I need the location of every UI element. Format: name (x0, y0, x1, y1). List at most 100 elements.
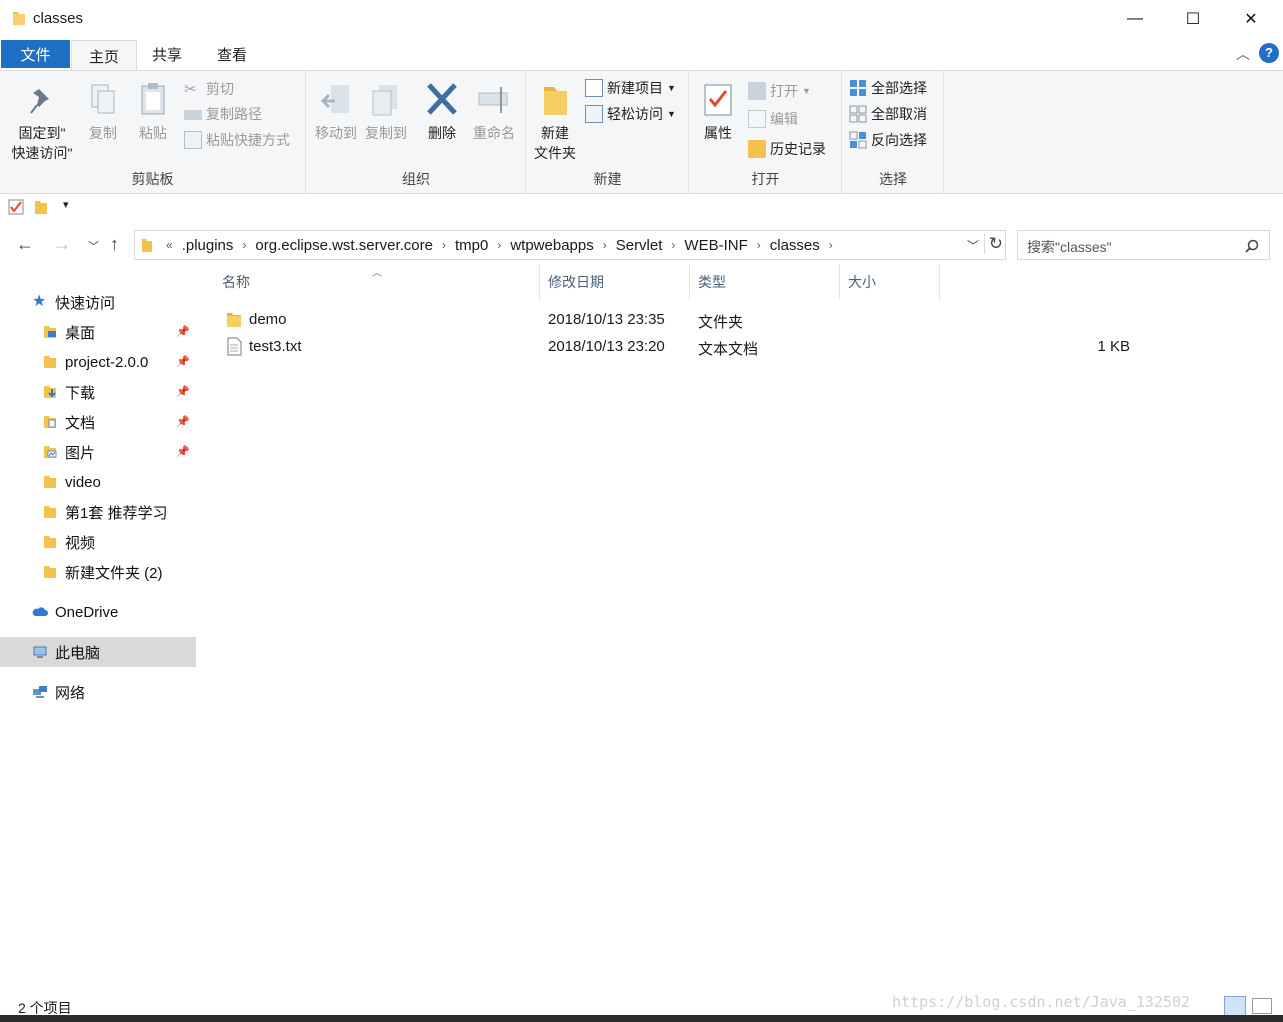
minimize-button[interactable]: — (1106, 0, 1164, 38)
nav-item-recommended[interactable]: 第1套 推荐学习 (0, 497, 196, 527)
column-header-name[interactable]: 名称 (214, 264, 540, 300)
nav-item-video[interactable]: video (0, 467, 196, 497)
new-folder-qat-icon[interactable] (34, 199, 48, 215)
customize-qat-icon[interactable]: ▾ (63, 198, 69, 211)
open-button[interactable]: 打开 ▼ (748, 79, 811, 103)
invert-selection-button[interactable]: 反向选择 (849, 128, 927, 152)
delete-button[interactable]: 删除 (419, 81, 465, 143)
pin-icon[interactable]: 📌 (176, 385, 190, 398)
address-bar[interactable]: « .plugins › org.eclipse.wst.server.core ›… (134, 230, 1006, 260)
pin-icon[interactable]: 📌 (176, 355, 190, 368)
breadcrumb-separator-icon[interactable]: › (439, 238, 449, 252)
large-icons-view-icon[interactable] (1252, 998, 1272, 1014)
recent-locations-chevron-icon[interactable]: ﹀ (88, 238, 99, 254)
nav-item-desktop[interactable]: 桌面 📌 (0, 317, 196, 347)
easy-access-button[interactable]: 轻松访问 ▼ (585, 102, 676, 126)
pin-icon[interactable]: 📌 (176, 445, 190, 458)
nav-item-this-pc[interactable]: 此电脑 (0, 637, 196, 667)
breadcrumb-separator-icon[interactable]: › (754, 238, 764, 252)
new-folder-button[interactable]: 新建 文件夹 (531, 81, 579, 163)
help-icon[interactable]: ? (1259, 43, 1279, 63)
network-icon (33, 686, 47, 698)
breadcrumb-separator-icon[interactable]: › (239, 238, 249, 252)
breadcrumb-web-inf[interactable]: WEB-INF (678, 237, 753, 254)
breadcrumb-separator-icon[interactable]: › (826, 238, 836, 252)
new-folder-label-2: 文件夹 (534, 145, 576, 161)
refresh-icon[interactable]: ↻ (983, 234, 1003, 254)
tab-home[interactable]: 主页 (71, 40, 138, 71)
collapse-ribbon-icon[interactable]: ︿ (1236, 44, 1250, 64)
search-input[interactable]: 搜索"classes" (1027, 237, 1112, 257)
history-icon (748, 140, 766, 158)
search-box[interactable]: 搜索"classes" (1017, 230, 1270, 260)
group-new: 新建 文件夹 新建项目 ▼ 轻松访问 ▼ 新建 (527, 71, 689, 193)
breadcrumb-servlet[interactable]: Servlet (610, 237, 669, 254)
forward-arrow-icon[interactable]: → (53, 234, 71, 255)
pin-icon (30, 89, 49, 114)
move-to-button[interactable]: 移动到 (311, 81, 361, 143)
pin-icon[interactable]: 📌 (176, 415, 190, 428)
table-row[interactable]: demo 2018/10/13 23:35 文件夹 (220, 307, 1140, 334)
copy-button[interactable]: 复制 (80, 81, 126, 143)
nav-item-downloads[interactable]: 下载 📌 (0, 377, 196, 407)
nav-item-new-folder-2[interactable]: 新建文件夹 (2) (0, 557, 196, 587)
nav-item-project[interactable]: project-2.0.0 📌 (0, 347, 196, 377)
overflow-chevron-icon[interactable]: « (163, 238, 176, 252)
tab-share[interactable]: 共享 (135, 40, 199, 68)
folder-icon (44, 536, 56, 548)
breadcrumb-plugins[interactable]: .plugins (176, 237, 240, 254)
column-header-size[interactable]: 大小 (840, 264, 940, 300)
back-arrow-icon[interactable]: ← (16, 234, 34, 255)
history-button[interactable]: 历史记录 (748, 137, 826, 161)
search-icon[interactable] (1245, 239, 1259, 253)
tab-file[interactable]: 文件 (1, 40, 70, 68)
folder-icon (13, 12, 25, 25)
nav-item-pictures[interactable]: 图片 📌 (0, 437, 196, 467)
breadcrumb-wtpwebapps[interactable]: wtpwebapps (504, 237, 599, 254)
dropdown-arrow-icon: ▼ (667, 109, 676, 119)
details-view-icon[interactable] (1224, 996, 1246, 1016)
select-all-label: 全部选择 (871, 80, 927, 96)
rename-button[interactable]: 重命名 (469, 81, 519, 143)
close-button[interactable]: ✕ (1222, 0, 1280, 38)
copy-to-button[interactable]: 复制到 (361, 81, 411, 143)
breadcrumb-classes[interactable]: classes (764, 237, 826, 254)
title-bar: classes — ☐ ✕ (0, 0, 1283, 38)
select-all-button[interactable]: 全部选择 (849, 76, 927, 100)
breadcrumb-server-core[interactable]: org.eclipse.wst.server.core (249, 237, 439, 254)
maximize-button[interactable]: ☐ (1164, 0, 1222, 38)
nav-item-videos-cn[interactable]: 视频 (0, 527, 196, 557)
pin-icon[interactable]: 📌 (176, 325, 190, 338)
pin-label-1: 固定到" (18, 125, 66, 141)
open-label: 打开 (770, 83, 798, 99)
up-arrow-icon[interactable]: ↑ (110, 234, 119, 255)
paste-button[interactable]: 粘贴 (130, 81, 176, 143)
breadcrumb-separator-icon[interactable]: › (600, 238, 610, 252)
properties-button[interactable]: 属性 (696, 81, 740, 143)
copy-path-icon (184, 110, 202, 120)
tab-view[interactable]: 查看 (200, 40, 264, 68)
nav-quick-access[interactable]: ★ 快速访问 (0, 287, 196, 317)
nav-item-documents[interactable]: 文档 📌 (0, 407, 196, 437)
edit-label: 编辑 (770, 111, 798, 127)
breadcrumb-separator-icon[interactable]: › (668, 238, 678, 252)
cut-button[interactable]: ✂ 剪切 (184, 77, 234, 101)
easy-access-label: 轻松访问 (607, 106, 663, 122)
delete-x-icon (427, 83, 457, 115)
column-header-modified[interactable]: 修改日期 (540, 264, 690, 300)
copy-path-button[interactable]: 复制路径 (184, 102, 262, 126)
column-header-type[interactable]: 类型 (690, 264, 840, 300)
address-dropdown-icon[interactable]: ﹀ (967, 237, 979, 254)
table-row[interactable]: test3.txt 2018/10/13 23:20 文本文档 1 KB (220, 334, 1140, 361)
pin-quick-access-button[interactable]: 固定到" 快速访问" (8, 81, 76, 163)
new-item-button[interactable]: 新建项目 ▼ (585, 76, 676, 100)
breadcrumb-separator-icon[interactable]: › (494, 238, 504, 252)
nav-item-onedrive[interactable]: OneDrive (0, 597, 196, 627)
select-none-button[interactable]: 全部取消 (849, 102, 927, 126)
edit-button[interactable]: 编辑 (748, 107, 798, 131)
paste-shortcut-button[interactable]: 粘贴快捷方式 (184, 128, 290, 152)
breadcrumb-tmp0[interactable]: tmp0 (449, 237, 494, 254)
nav-item-network[interactable]: 网络 (0, 677, 196, 707)
text-file-icon (227, 337, 242, 356)
properties-check-icon[interactable] (8, 199, 24, 215)
